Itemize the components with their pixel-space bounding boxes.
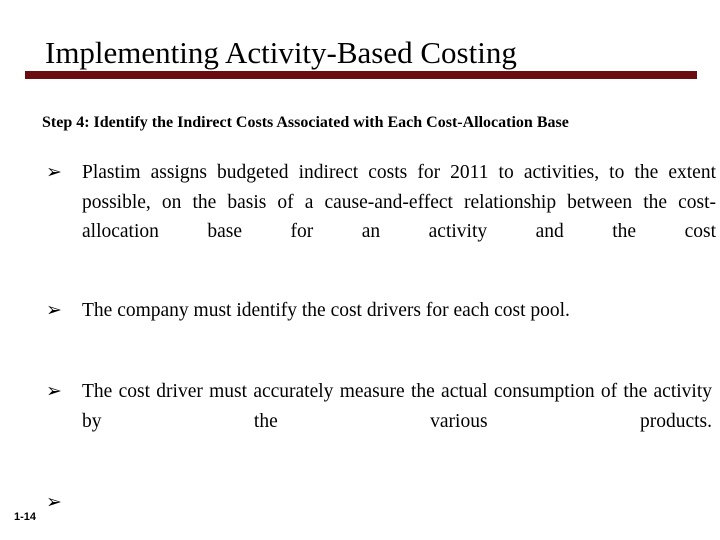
page-number: 1-14 [14,511,37,523]
list-item-text: Plastim assigns budgeted indirect costs … [82,162,716,242]
list-item-text: The cost driver must accurately measure … [82,381,712,432]
list-item: ➢ Plastim assigns budgeted indirect cost… [42,158,716,276]
title-divider [25,71,697,79]
slide: Implementing Activity-Based Costing Step… [0,0,720,540]
arrowhead-bullet-icon: ➢ [46,490,62,513]
list-item-text: The company must identify the cost drive… [82,300,570,321]
list-item: ➢ The cost driver must accurately measur… [42,377,712,466]
section-heading: Step 4: Identify the Indirect Costs Asso… [42,114,569,131]
arrowhead-bullet-icon: ➢ [46,299,62,321]
list-item: ➢ The company must identify the cost dri… [42,296,716,355]
list-item-text [82,488,678,518]
page-title: Implementing Activity-Based Costing [45,35,517,70]
title-block: Implementing Activity-Based Costing [0,34,720,79]
slide-body: Step 4: Identify the Indirect Costs Asso… [42,112,716,518]
bullet-list: ➢ Plastim assigns budgeted indirect cost… [42,158,716,518]
arrowhead-bullet-icon: ➢ [46,380,62,402]
list-item: ➢ [42,488,678,518]
arrowhead-bullet-icon: ➢ [46,161,62,183]
